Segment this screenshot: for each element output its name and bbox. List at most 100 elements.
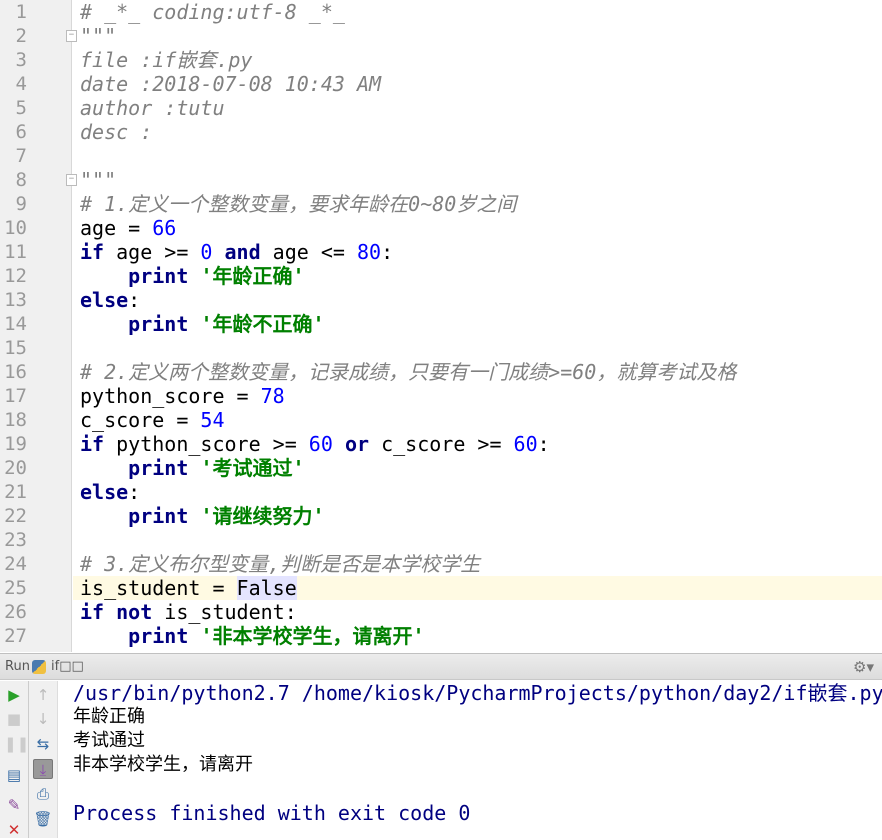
line-number: 2 xyxy=(15,25,27,47)
code-token: print xyxy=(128,264,189,288)
code-token: """ xyxy=(80,168,117,192)
run-tab[interactable]: if□□ xyxy=(51,654,84,680)
pin-icon[interactable]: ✎ xyxy=(4,795,24,815)
code-line[interactable]: # _*_ coding:utf-8 _*_ xyxy=(73,0,882,24)
console-command: /usr/bin/python2.7 /home/kiosk/PycharmPr… xyxy=(73,681,882,705)
code-token: # 2.定义两个整数变量，记录成绩，只要有一门成绩>=60，就算考试及格 xyxy=(80,360,737,384)
code-token: '年龄不正确' xyxy=(200,312,325,336)
console-output[interactable]: /usr/bin/python2.7 /home/kiosk/PycharmPr… xyxy=(58,681,882,838)
line-number: 23 xyxy=(4,529,27,551)
code-token: 0 xyxy=(200,240,213,264)
pause-icon[interactable]: ❚❚ xyxy=(4,734,29,754)
code-token: if xyxy=(80,432,105,456)
code-line[interactable]: python_score = 78 xyxy=(73,384,882,408)
code-line[interactable]: if not is_student: xyxy=(73,600,882,624)
code-token: # _*_ coding:utf-8 _*_ xyxy=(80,0,345,24)
code-token: author :tutu xyxy=(80,96,225,120)
code-editor[interactable]: 1 2−3 4 5 6 7 8−9 10 11 12 13 14 15 16 17 18 19 20 21 22 23 2… xyxy=(0,0,882,652)
code-token: : xyxy=(128,288,141,312)
code-token: 54 xyxy=(200,408,225,432)
code-token: else xyxy=(80,480,129,504)
trash-icon[interactable]: 🗑 xyxy=(33,809,53,829)
line-number: 26 xyxy=(4,601,27,623)
code-line[interactable]: author :tutu xyxy=(73,96,882,120)
down-icon[interactable]: ↓ xyxy=(33,709,53,729)
code-token: is_student: xyxy=(152,600,297,624)
code-token: '年龄正确' xyxy=(200,264,305,288)
line-number: 17 xyxy=(4,385,27,407)
line-number: 14 xyxy=(4,313,27,335)
code-line[interactable]: if age >= 0 and age <= 80: xyxy=(73,240,882,264)
code-line[interactable]: date :2018-07-08 10:43 AM xyxy=(73,72,882,96)
stop-icon[interactable]: ■ xyxy=(4,709,24,729)
code-line[interactable]: c_score = 54 xyxy=(73,408,882,432)
line-number: 10 xyxy=(4,217,27,239)
code-line[interactable]: file :if嵌套.py xyxy=(73,48,882,72)
code-line[interactable]: print '请继续努力' xyxy=(73,504,882,528)
code-line[interactable]: desc : xyxy=(73,120,882,144)
code-token: c_score = xyxy=(80,408,201,432)
code-token: file :if嵌套.py xyxy=(80,48,253,72)
line-number: 3 xyxy=(15,49,27,71)
code-line[interactable]: print '年龄不正确' xyxy=(73,312,882,336)
close-icon[interactable]: ✕ xyxy=(4,820,24,840)
up-icon[interactable]: ↑ xyxy=(33,685,53,705)
code-line[interactable]: print '非本学校学生，请离开' xyxy=(73,624,882,648)
line-number: 24 xyxy=(4,553,27,575)
code-token: age = xyxy=(80,216,153,240)
code-line[interactable] xyxy=(73,144,882,168)
code-line[interactable]: """ xyxy=(73,168,882,192)
code-token: 60 xyxy=(513,432,538,456)
code-token: print xyxy=(128,456,189,480)
code-token: '请继续努力' xyxy=(200,504,325,528)
code-token: : xyxy=(537,432,550,456)
run-toolbar: Run if□□ ⚙▾ xyxy=(0,653,882,680)
line-number: 6 xyxy=(15,121,27,143)
code-token: print xyxy=(128,624,189,648)
code-line[interactable]: # 1.定义一个整数变量，要求年龄在0~80岁之间 xyxy=(73,192,882,216)
line-number: 25 xyxy=(4,577,27,599)
run-label: Run xyxy=(5,659,30,674)
code-token: # 1.定义一个整数变量，要求年龄在0~80岁之间 xyxy=(80,192,517,216)
code-line[interactable]: # 3.定义布尔型变量,判断是否是本学校学生 xyxy=(73,552,882,576)
line-number: 19 xyxy=(4,433,27,455)
run-icon[interactable]: ▶ xyxy=(4,685,24,705)
code-token: python_score >= xyxy=(104,432,309,456)
code-line[interactable] xyxy=(73,336,882,360)
gear-icon[interactable]: ⚙▾ xyxy=(853,654,874,680)
code-line[interactable]: age = 66 xyxy=(73,216,882,240)
console-line: 考试通过 xyxy=(73,730,145,751)
code-line[interactable]: print '年龄正确' xyxy=(73,264,882,288)
code-token: desc : xyxy=(80,120,153,144)
print-icon[interactable]: ⎙ xyxy=(33,784,53,804)
line-number: 15 xyxy=(4,337,27,359)
line-number: 12 xyxy=(4,265,27,287)
code-line[interactable]: else: xyxy=(73,288,882,312)
code-token: if xyxy=(80,240,105,264)
code-token: # 3.定义布尔型变量,判断是否是本学校学生 xyxy=(80,552,481,576)
code-line[interactable]: if python_score >= 60 or c_score >= 60: xyxy=(73,432,882,456)
line-number: 21 xyxy=(4,481,27,503)
scroll-to-end-icon[interactable]: ⤓ xyxy=(33,759,53,779)
code-line[interactable]: print '考试通过' xyxy=(73,456,882,480)
code-line[interactable]: is_student = False xyxy=(73,576,882,600)
line-number: 16 xyxy=(4,361,27,383)
code-line[interactable]: else: xyxy=(73,480,882,504)
code-token: if not xyxy=(80,600,153,624)
code-line[interactable]: # 2.定义两个整数变量，记录成绩，只要有一门成绩>=60，就算考试及格 xyxy=(73,360,882,384)
soft-wrap-icon[interactable]: ⇆ xyxy=(33,734,53,754)
console-line: 年龄正确 xyxy=(73,706,145,727)
code-line[interactable] xyxy=(73,528,882,552)
code-line[interactable]: """ xyxy=(73,24,882,48)
python-icon xyxy=(32,660,46,674)
line-number: 5 xyxy=(15,97,27,119)
layout-icon[interactable]: ▤ xyxy=(4,765,24,785)
